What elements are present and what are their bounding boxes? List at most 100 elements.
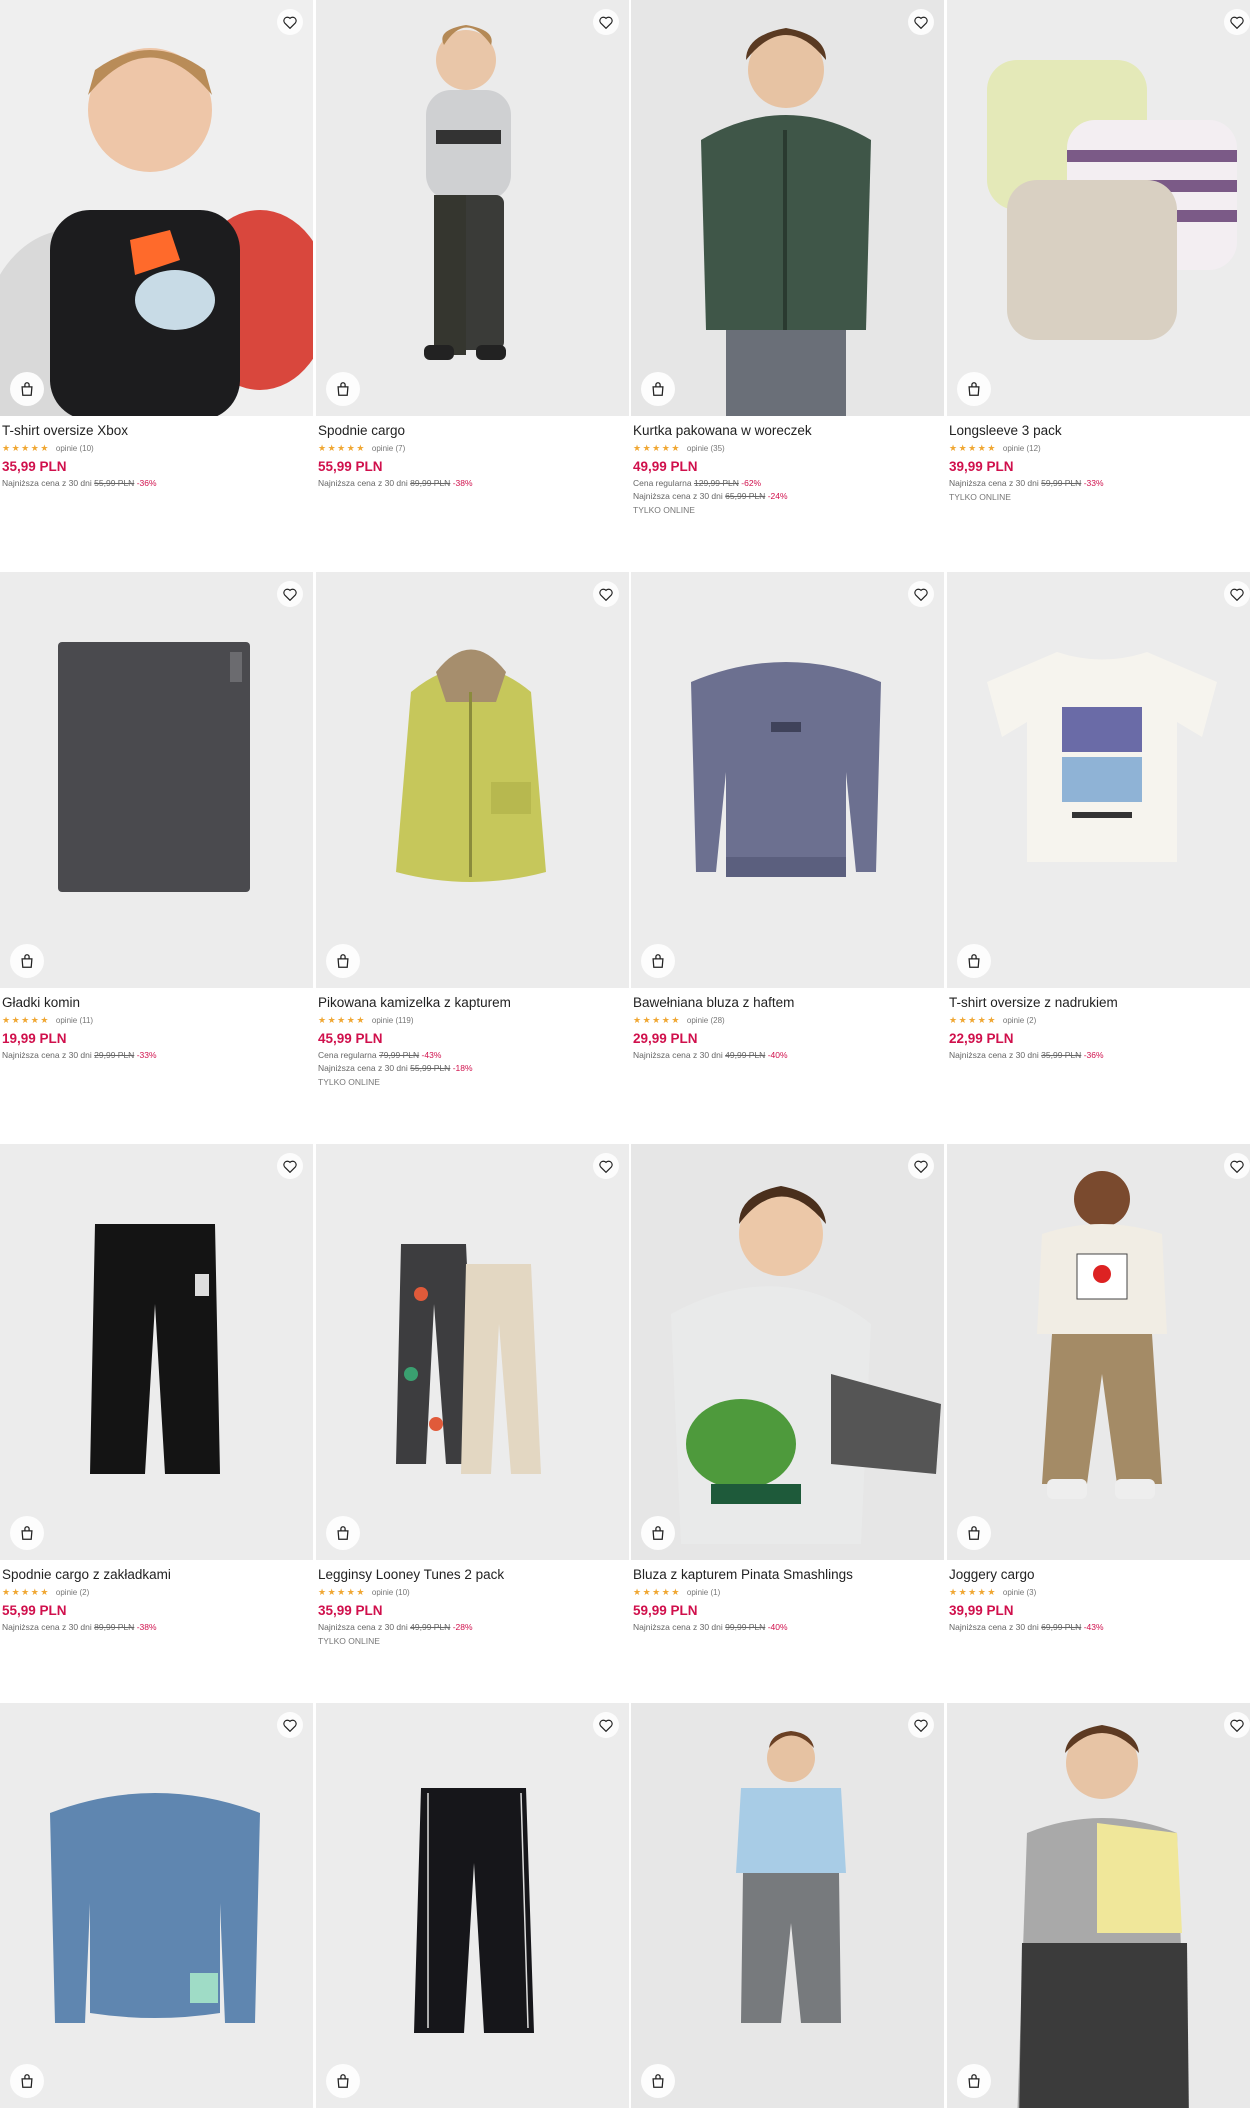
- product-photo: [90, 1224, 220, 1474]
- product-image[interactable]: [631, 1703, 944, 2108]
- product-name[interactable]: T-shirt oversize Xbox: [2, 422, 311, 439]
- product-name[interactable]: Longsleeve 3 pack: [949, 422, 1250, 439]
- product-name[interactable]: Joggery cargo: [949, 1566, 1250, 1583]
- product-name[interactable]: Spodnie cargo: [318, 422, 627, 439]
- favorite-button[interactable]: [1224, 581, 1250, 607]
- favorite-button[interactable]: [277, 9, 303, 35]
- product-name[interactable]: Legginsy Looney Tunes 2 pack: [318, 1566, 627, 1583]
- add-to-cart-button[interactable]: [326, 944, 360, 978]
- add-to-cart-button[interactable]: [326, 372, 360, 406]
- add-to-cart-button[interactable]: [326, 2064, 360, 2098]
- product-info: T-shirt oversize z nadrukiem ★★★★★ opinie …: [947, 988, 1250, 1060]
- product-name[interactable]: Pikowana kamizelka z kapturem: [318, 994, 627, 1011]
- favorite-button[interactable]: [277, 1712, 303, 1738]
- review-count[interactable]: opinie (12): [1003, 444, 1041, 453]
- add-to-cart-button[interactable]: [326, 1516, 360, 1550]
- favorite-button[interactable]: [1224, 1712, 1250, 1738]
- product-card[interactable]: [631, 1703, 944, 2108]
- product-card[interactable]: T-shirt oversize Xbox ★★★★★ opinie (10) 35,…: [0, 0, 313, 488]
- product-image[interactable]: [631, 0, 944, 416]
- review-count[interactable]: opinie (11): [56, 1016, 93, 1025]
- favorite-button[interactable]: [908, 1712, 934, 1738]
- product-card[interactable]: [947, 1703, 1250, 2108]
- review-count[interactable]: opinie (2): [56, 1588, 89, 1597]
- review-count[interactable]: opinie (3): [1003, 1588, 1036, 1597]
- product-image[interactable]: [947, 1703, 1250, 2108]
- product-image[interactable]: [947, 572, 1250, 988]
- product-card[interactable]: Gładki komin ★★★★★ opinie (11) 19,99 PLN Naj…: [0, 572, 313, 1060]
- favorite-button[interactable]: [1224, 1153, 1250, 1179]
- add-to-cart-button[interactable]: [957, 1516, 991, 1550]
- review-count[interactable]: opinie (7): [372, 444, 405, 453]
- online-only-badge: TYLKO ONLINE: [949, 492, 1011, 502]
- product-name[interactable]: Bawełniana bluza z haftem: [633, 994, 942, 1011]
- add-to-cart-button[interactable]: [10, 2064, 44, 2098]
- add-to-cart-button[interactable]: [641, 944, 675, 978]
- favorite-button[interactable]: [908, 1153, 934, 1179]
- favorite-button[interactable]: [1224, 9, 1250, 35]
- star-icon: ★: [987, 443, 997, 453]
- price-history-line: Najniższa cena z 30 dni 59,99 PLN -33%: [949, 478, 1250, 488]
- star-icon: ★: [318, 1015, 328, 1025]
- product-card[interactable]: Spodnie cargo z zakładkami ★★★★★ opinie (2…: [0, 1144, 313, 1632]
- discount-percent: -18%: [452, 1063, 473, 1073]
- product-image[interactable]: [0, 572, 313, 988]
- favorite-button[interactable]: [277, 1153, 303, 1179]
- product-image[interactable]: [316, 572, 629, 988]
- product-card[interactable]: Kurtka pakowana w woreczek ★★★★★ opinie (3…: [631, 0, 944, 515]
- add-to-cart-button[interactable]: [10, 944, 44, 978]
- add-to-cart-button[interactable]: [957, 944, 991, 978]
- favorite-button[interactable]: [593, 581, 619, 607]
- product-image[interactable]: [631, 572, 944, 988]
- review-count[interactable]: opinie (28): [687, 1016, 725, 1025]
- product-name[interactable]: Gładki komin: [2, 994, 311, 1011]
- add-to-cart-button[interactable]: [957, 2064, 991, 2098]
- add-to-cart-button[interactable]: [10, 372, 44, 406]
- favorite-button[interactable]: [593, 1153, 619, 1179]
- heart-icon: [599, 588, 613, 601]
- product-grid: T-shirt oversize Xbox ★★★★★ opinie (10) 35,…: [0, 0, 1250, 2108]
- product-image[interactable]: [947, 0, 1250, 416]
- favorite-button[interactable]: [908, 9, 934, 35]
- product-card[interactable]: [316, 1703, 629, 2108]
- review-count[interactable]: opinie (2): [1003, 1016, 1036, 1025]
- product-card[interactable]: Bluza z kapturem Pinata Smashlings ★★★★★ o…: [631, 1144, 944, 1632]
- product-name[interactable]: T-shirt oversize z nadrukiem: [949, 994, 1250, 1011]
- product-name[interactable]: Kurtka pakowana w woreczek: [633, 422, 942, 439]
- review-count[interactable]: opinie (10): [372, 1588, 410, 1597]
- favorite-button[interactable]: [593, 9, 619, 35]
- add-to-cart-button[interactable]: [10, 1516, 44, 1550]
- product-image[interactable]: [316, 0, 629, 416]
- product-card[interactable]: Joggery cargo ★★★★★ opinie (3) 39,99 PLN Naj…: [947, 1144, 1250, 1632]
- product-card[interactable]: T-shirt oversize z nadrukiem ★★★★★ opinie …: [947, 572, 1250, 1060]
- star-icon: ★: [21, 1015, 31, 1025]
- favorite-button[interactable]: [908, 581, 934, 607]
- product-card[interactable]: [0, 1703, 313, 2108]
- product-image[interactable]: [0, 0, 313, 416]
- product-name[interactable]: Bluza z kapturem Pinata Smashlings: [633, 1566, 942, 1583]
- product-card[interactable]: Legginsy Looney Tunes 2 pack ★★★★★ opinie …: [316, 1144, 629, 1646]
- review-count[interactable]: opinie (1): [687, 1588, 720, 1597]
- favorite-button[interactable]: [277, 581, 303, 607]
- product-card[interactable]: Pikowana kamizelka z kapturem ★★★★★ opinie…: [316, 572, 629, 1087]
- product-image[interactable]: [631, 1144, 944, 1560]
- add-to-cart-button[interactable]: [641, 372, 675, 406]
- product-name[interactable]: Spodnie cargo z zakładkami: [2, 1566, 311, 1583]
- price-label: Cena regularna: [633, 478, 692, 488]
- product-image[interactable]: [947, 1144, 1250, 1560]
- add-to-cart-button[interactable]: [957, 372, 991, 406]
- product-image[interactable]: [316, 1703, 629, 2108]
- product-image[interactable]: [0, 1703, 313, 2108]
- product-card[interactable]: Bawełniana bluza z haftem ★★★★★ opinie (28…: [631, 572, 944, 1060]
- add-to-cart-button[interactable]: [641, 1516, 675, 1550]
- add-to-cart-button[interactable]: [641, 2064, 675, 2098]
- favorite-button[interactable]: [593, 1712, 619, 1738]
- review-count[interactable]: opinie (119): [372, 1016, 414, 1025]
- product-image[interactable]: [0, 1144, 313, 1560]
- review-count[interactable]: opinie (35): [687, 444, 725, 453]
- heart-icon: [283, 16, 297, 29]
- review-count[interactable]: opinie (10): [56, 444, 94, 453]
- product-card[interactable]: Spodnie cargo ★★★★★ opinie (7) 55,99 PLN Naj…: [316, 0, 629, 488]
- product-card[interactable]: Longsleeve 3 pack ★★★★★ opinie (12) 39,99 P…: [947, 0, 1250, 502]
- product-image[interactable]: [316, 1144, 629, 1560]
